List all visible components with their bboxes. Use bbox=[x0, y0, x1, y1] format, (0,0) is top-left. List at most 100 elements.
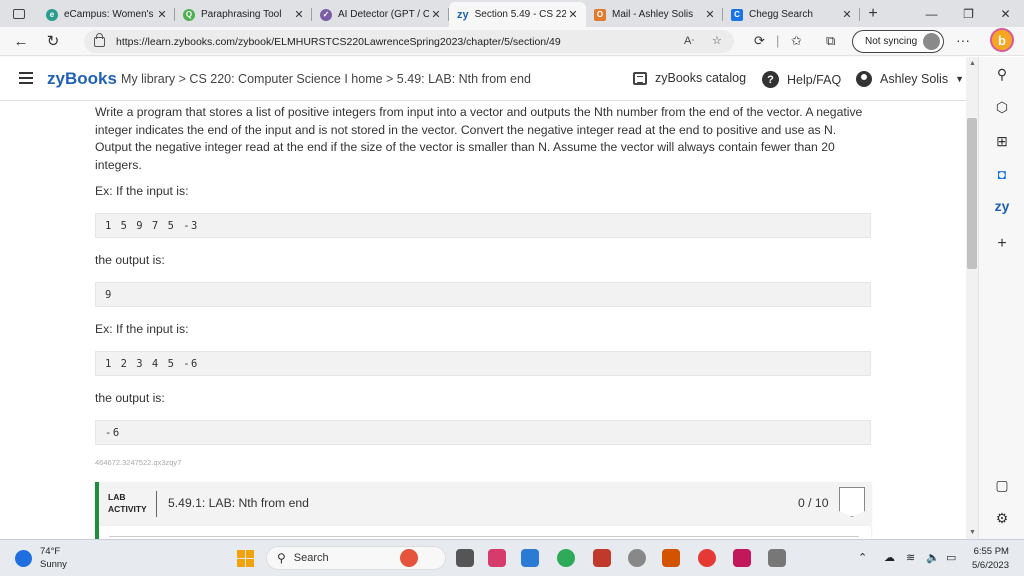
favorite-star-icon[interactable]: ☆ bbox=[712, 34, 722, 47]
zybooks-header: zyBooks My library > CS 220: Computer Sc… bbox=[0, 57, 966, 101]
example-input-code: 1 2 3 4 5 -6 bbox=[95, 351, 871, 376]
example-label: Ex: If the input is: bbox=[95, 184, 189, 198]
favorites-icon[interactable]: ✩ bbox=[791, 33, 802, 49]
sync-label: Not syncing bbox=[865, 36, 918, 47]
file-explorer-icon[interactable] bbox=[521, 549, 539, 567]
collections-icon[interactable]: ⧉ bbox=[826, 33, 835, 49]
add-sidebar-icon[interactable]: + bbox=[979, 235, 1024, 253]
vertical-scrollbar[interactable]: ▲ ▼ bbox=[966, 57, 978, 539]
wifi-icon[interactable]: ≋ bbox=[906, 551, 915, 564]
close-icon[interactable]: ✕ bbox=[292, 8, 306, 21]
chrome-icon[interactable] bbox=[628, 549, 646, 567]
volume-icon[interactable]: 🔈 bbox=[926, 551, 940, 564]
outlook-sidebar-icon[interactable]: ◘ bbox=[979, 166, 1024, 182]
weather-widget[interactable]: 74°F Sunny bbox=[40, 545, 67, 571]
tab-mail[interactable]: O Mail - Ashley Solis ✕ bbox=[586, 2, 723, 27]
lab-tag-line: ACTIVITY bbox=[108, 504, 147, 514]
main-content: Write a program that stores a list of po… bbox=[0, 101, 966, 539]
window-controls: — ❐ ✕ bbox=[913, 0, 1024, 27]
onedrive-icon[interactable]: ☁ bbox=[884, 551, 895, 564]
sidebar-panel-icon[interactable]: ▢ bbox=[979, 477, 1024, 494]
scroll-up-icon[interactable]: ▲ bbox=[969, 60, 976, 67]
zybooks-logo[interactable]: zyBooks bbox=[47, 69, 117, 89]
help-label: Help/FAQ bbox=[787, 72, 842, 87]
tab-chegg-search[interactable]: C Chegg Search ✕ bbox=[723, 2, 860, 27]
scrollbar-thumb[interactable] bbox=[967, 118, 977, 269]
onenote-icon[interactable] bbox=[733, 549, 751, 567]
minimize-icon[interactable]: — bbox=[913, 0, 950, 27]
close-window-icon[interactable]: ✕ bbox=[987, 0, 1024, 27]
weather-icon[interactable] bbox=[15, 550, 32, 567]
refresh-icon[interactable]: ↻ bbox=[37, 32, 69, 50]
lab-activity-tag: LAB ACTIVITY bbox=[108, 491, 147, 515]
edge-browser-icon[interactable] bbox=[557, 549, 575, 567]
toolbar-divider: | bbox=[776, 33, 780, 48]
outlook-app-icon[interactable] bbox=[662, 549, 680, 567]
tab-ecampus[interactable]: e eCampus: Women's ✕ bbox=[38, 2, 175, 27]
search-icon[interactable]: ⚲ bbox=[979, 66, 1024, 83]
battery-icon[interactable]: ▭ bbox=[946, 551, 956, 564]
word-icon[interactable] bbox=[593, 549, 611, 567]
tab-title: Section 5.49 - CS 22 bbox=[474, 9, 566, 20]
settings-gear-icon[interactable]: ⚙ bbox=[979, 510, 1024, 527]
close-icon[interactable]: ✕ bbox=[155, 8, 169, 21]
completion-badge-icon bbox=[839, 487, 865, 517]
divider bbox=[156, 491, 157, 517]
taskbar-search-label: Search bbox=[293, 552, 329, 564]
close-icon[interactable]: ✕ bbox=[703, 8, 717, 21]
chevron-down-icon: ▼ bbox=[955, 74, 965, 84]
menu-icon[interactable] bbox=[19, 72, 33, 87]
browser-tab-strip: e eCampus: Women's ✕ Q Paraphrasing Tool… bbox=[0, 0, 1024, 27]
office-icon[interactable]: ⊞ bbox=[979, 133, 1024, 150]
chevron-up-icon[interactable]: ⌃ bbox=[858, 551, 867, 564]
user-icon bbox=[856, 71, 872, 87]
output-label: the output is: bbox=[95, 253, 165, 267]
close-icon[interactable]: ✕ bbox=[429, 8, 443, 21]
user-name: Ashley Solis bbox=[880, 72, 949, 86]
example-input-code: 1 5 9 7 5 -3 bbox=[95, 213, 871, 238]
close-icon[interactable]: ✕ bbox=[566, 8, 580, 21]
task-view-icon[interactable] bbox=[456, 549, 474, 567]
back-arrow-icon[interactable]: ← bbox=[5, 33, 37, 50]
teams-icon[interactable] bbox=[488, 549, 506, 567]
screen: e eCampus: Women's ✕ Q Paraphrasing Tool… bbox=[0, 0, 1024, 576]
windows-start-icon[interactable] bbox=[237, 550, 254, 567]
user-menu[interactable]: Ashley Solis ▼ bbox=[856, 71, 964, 87]
system-clock[interactable]: 6:55 PM 5/6/2023 bbox=[972, 545, 1009, 573]
more-options-icon[interactable]: ··· bbox=[956, 32, 970, 48]
bing-icon[interactable]: b bbox=[990, 28, 1014, 52]
tab-ai-detector[interactable]: ✓ AI Detector (GPT / C ✕ bbox=[312, 2, 449, 27]
example-output-code: 9 bbox=[95, 282, 871, 307]
restore-icon[interactable]: ❐ bbox=[950, 0, 987, 27]
catalog-link[interactable]: zyBooks catalog bbox=[633, 71, 746, 85]
zy-sidebar-icon[interactable]: zy bbox=[979, 198, 1024, 214]
tab-section-5-49[interactable]: zy Section 5.49 - CS 22 ✕ bbox=[449, 2, 586, 27]
help-icon: ? bbox=[762, 71, 779, 88]
output-label: the output is: bbox=[95, 391, 165, 405]
outlook-icon: O bbox=[594, 8, 606, 21]
workspaces-button[interactable] bbox=[0, 0, 38, 27]
tab-title: Chegg Search bbox=[749, 9, 813, 20]
help-link[interactable]: ? Help/FAQ bbox=[762, 71, 841, 88]
tab-paraphrasing-tool[interactable]: Q Paraphrasing Tool ✕ bbox=[175, 2, 312, 27]
tab-title: Paraphrasing Tool bbox=[201, 9, 282, 20]
url-text: https://learn.zybooks.com/zybook/ELMHURS… bbox=[116, 35, 561, 48]
copilot-icon[interactable]: ⬡ bbox=[979, 99, 1024, 116]
scroll-down-icon[interactable]: ▼ bbox=[969, 529, 976, 536]
address-bar[interactable]: https://learn.zybooks.com/zybook/ELMHURS… bbox=[84, 30, 734, 53]
zoom-icon[interactable] bbox=[698, 549, 716, 567]
new-tab-button[interactable]: + bbox=[860, 5, 886, 23]
close-icon[interactable]: ✕ bbox=[840, 8, 854, 21]
profile-sync-button[interactable]: Not syncing bbox=[852, 30, 944, 53]
taskbar-search[interactable]: ⚲ Search bbox=[266, 546, 446, 570]
extensions-icon[interactable]: ⟳ bbox=[754, 33, 765, 49]
clock-date: 5/6/2023 bbox=[972, 560, 1009, 571]
read-aloud-icon[interactable]: Aᐧ bbox=[684, 34, 694, 47]
calculator-icon[interactable] bbox=[768, 549, 786, 567]
catalog-label: zyBooks catalog bbox=[655, 71, 747, 85]
problem-description: Write a program that stores a list of po… bbox=[95, 105, 863, 172]
breadcrumb[interactable]: My library > CS 220: Computer Science I … bbox=[121, 72, 531, 86]
zy-icon: zy bbox=[457, 8, 469, 21]
example-label: Ex: If the input is: bbox=[95, 322, 189, 336]
lab-activity-header[interactable]: LAB ACTIVITY 5.49.1: LAB: Nth from end 0… bbox=[95, 482, 871, 526]
